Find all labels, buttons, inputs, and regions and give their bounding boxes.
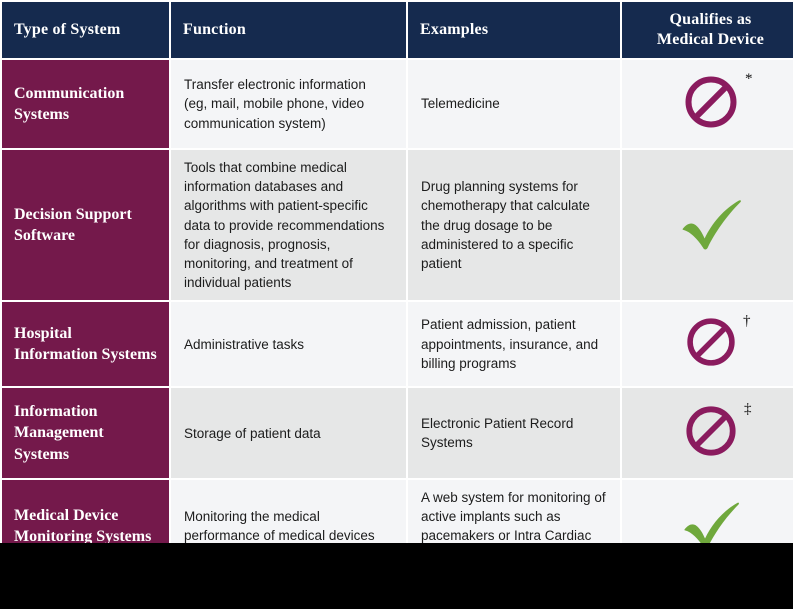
check-mark-icon [676, 192, 746, 254]
cell-examples: Telemedicine [408, 60, 620, 149]
cell-type-of-system: Hospital Information Systems [2, 302, 169, 387]
column-header-examples: Examples [408, 2, 620, 59]
cell-function: Transfer electronic information (eg, mai… [171, 60, 406, 149]
footnote-marker: * [745, 70, 753, 87]
cell-type-of-system: Decision Support Software [2, 150, 169, 301]
column-header-type-of-system: Type of System [2, 2, 169, 59]
column-header-function: Function [171, 2, 406, 59]
column-header-qualifies-line-2: Medical Device [656, 30, 765, 48]
column-header-qualifies-line-1: Qualifies as [669, 11, 752, 28]
footnote-marker: ‡ [744, 400, 752, 417]
table-row: Communication Systems Transfer electroni… [2, 60, 793, 149]
page-root: Type of System Function Examples Qualifi… [0, 0, 793, 609]
cell-type-of-system: Information Management Systems [2, 388, 169, 479]
cell-examples: Drug planning systems for chemotherapy t… [408, 150, 620, 301]
cell-type-of-system: Communication Systems [2, 60, 169, 149]
column-header-qualifies-as-medical-device: Qualifies as Medical Device [622, 2, 793, 59]
table-row: Information Management Systems Storage o… [2, 388, 793, 479]
cell-examples: Electronic Patient Record Systems [408, 388, 620, 479]
system-classification-table-wrapper: Type of System Function Examples Qualifi… [0, 0, 793, 575]
cell-qualifies: * [622, 60, 793, 149]
table-header: Type of System Function Examples Qualifi… [2, 2, 793, 59]
cell-qualifies [622, 150, 793, 301]
cell-qualifies: ‡ [622, 388, 793, 479]
table-row: Decision Support Software Tools that com… [2, 150, 793, 301]
cell-function: Storage of patient data [171, 388, 406, 479]
header-row: Type of System Function Examples Qualifi… [2, 2, 793, 59]
footnote-marker: † [743, 312, 751, 329]
cell-qualifies: † [622, 302, 793, 387]
bottom-black-area [0, 543, 793, 609]
no-entry-icon: ‡ [684, 401, 752, 458]
table-row: Hospital Information Systems Administrat… [2, 302, 793, 387]
cell-function: Tools that combine medical information d… [171, 150, 406, 301]
no-entry-icon: * [683, 71, 753, 130]
cell-function: Administrative tasks [171, 302, 406, 387]
cell-examples: Patient admission, patient appointments,… [408, 302, 620, 387]
table-body: Communication Systems Transfer electroni… [2, 60, 793, 573]
system-classification-table: Type of System Function Examples Qualifi… [0, 0, 793, 575]
no-entry-icon: † [685, 313, 751, 368]
